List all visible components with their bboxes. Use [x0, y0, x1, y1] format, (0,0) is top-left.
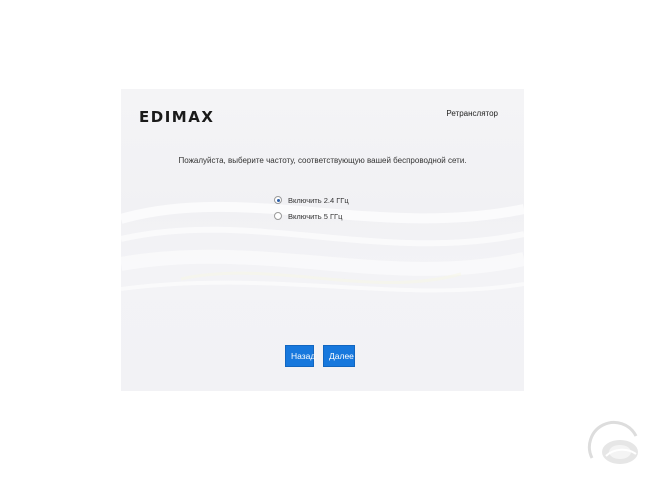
option-5ghz[interactable]: Включить 5 ГГц	[274, 208, 349, 224]
option-24ghz[interactable]: Включить 2.4 ГГц	[274, 192, 349, 208]
mode-label: Ретранслятор	[446, 109, 498, 118]
back-button[interactable]: Назад	[285, 345, 315, 367]
option-24ghz-label: Включить 2.4 ГГц	[288, 195, 349, 205]
radio-5ghz[interactable]	[274, 212, 282, 220]
frequency-options: Включить 2.4 ГГц Включить 5 ГГц	[274, 192, 349, 224]
radio-24ghz[interactable]	[274, 196, 282, 204]
setup-panel: EDIMAX Ретранслятор Пожалуйста, выберите…	[121, 89, 524, 391]
instruction-text: Пожалуйста, выберите частоту, соответств…	[178, 156, 467, 165]
page: EDIMAX Ретранслятор Пожалуйста, выберите…	[0, 0, 645, 480]
option-5ghz-label: Включить 5 ГГц	[288, 211, 343, 221]
watermark-logo-icon	[587, 420, 638, 464]
edimax-logo: EDIMAX	[139, 108, 215, 126]
navigation-buttons: Назад Далее	[285, 345, 355, 367]
next-button[interactable]: Далее	[323, 345, 355, 367]
